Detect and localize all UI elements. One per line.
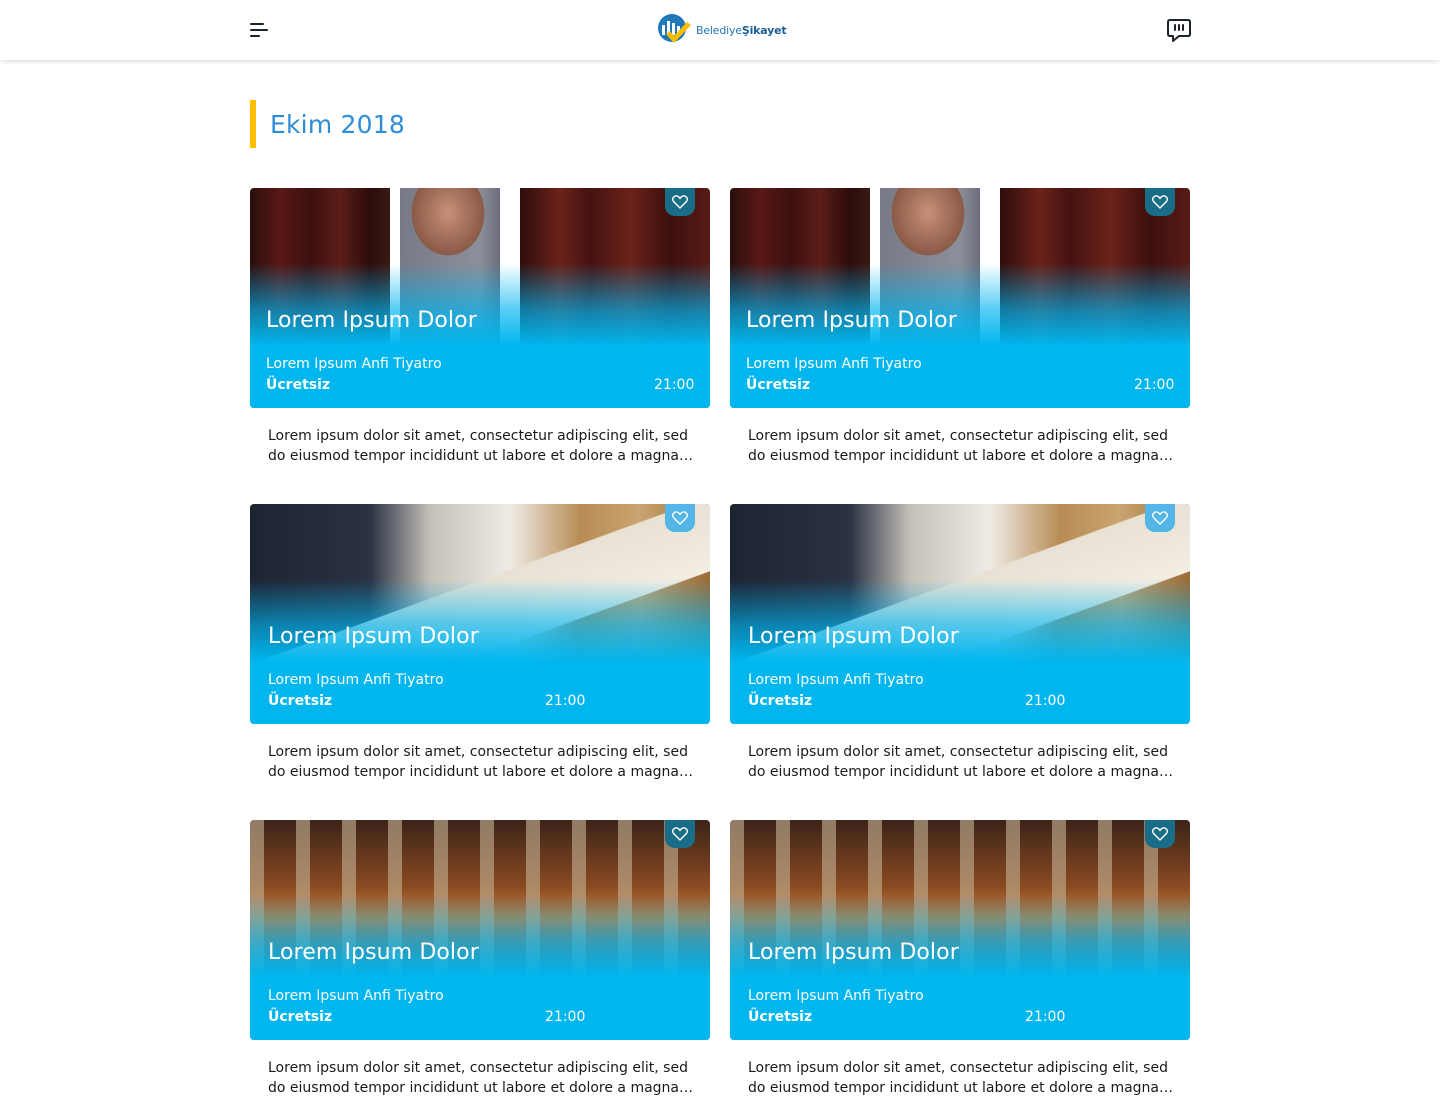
event-card: Lorem Ipsum Dolor Lorem Ipsum Anfi Tiyat… <box>730 820 1190 1116</box>
event-description: Lorem ipsum dolor sit amet, consectetur … <box>748 744 1174 780</box>
card-gradient-overlay <box>730 188 1190 408</box>
section-title: Ekim 2018 <box>270 109 405 139</box>
event-venue: Lorem Ipsum Anfi Tiyatro <box>746 356 922 372</box>
event-card-media[interactable]: Lorem Ipsum Dolor Lorem Ipsum Anfi Tiyat… <box>250 188 710 408</box>
card-gradient-overlay <box>730 820 1190 1040</box>
event-venue: Lorem Ipsum Anfi Tiyatro <box>266 356 442 372</box>
event-price: Ücretsiz <box>746 377 811 393</box>
favorite-heart-icon[interactable] <box>1145 188 1175 216</box>
event-venue: Lorem Ipsum Anfi Tiyatro <box>268 988 444 1004</box>
event-price: Ücretsiz <box>268 1009 333 1025</box>
event-card: Lorem Ipsum Dolor Lorem Ipsum Anfi Tiyat… <box>250 820 710 1116</box>
event-price: Ücretsiz <box>266 377 331 393</box>
event-price: Ücretsiz <box>748 693 813 709</box>
event-card-media[interactable]: Lorem Ipsum Dolor Lorem Ipsum Anfi Tiyat… <box>730 820 1190 1040</box>
event-price: Ücretsiz <box>268 693 333 709</box>
event-time: 21:00 <box>654 377 695 393</box>
event-card: Lorem Ipsum Dolor Lorem Ipsum Anfi Tiyat… <box>730 504 1190 800</box>
event-title: Lorem Ipsum Dolor <box>268 940 479 965</box>
event-title: Lorem Ipsum Dolor <box>748 940 959 965</box>
event-venue: Lorem Ipsum Anfi Tiyatro <box>748 672 924 688</box>
favorite-heart-icon[interactable] <box>1145 820 1175 848</box>
favorite-heart-icon[interactable] <box>665 820 695 848</box>
event-card-media[interactable]: Lorem Ipsum Dolor Lorem Ipsum Anfi Tiyat… <box>730 188 1190 408</box>
event-description: Lorem ipsum dolor sit amet, consectetur … <box>268 744 694 780</box>
event-card-media[interactable]: Lorem Ipsum Dolor Lorem Ipsum Anfi Tiyat… <box>250 504 710 724</box>
top-navigation-bar: BelediyeŞikayet <box>0 0 1440 60</box>
event-title: Lorem Ipsum Dolor <box>746 308 957 333</box>
event-card: Lorem Ipsum Dolor Lorem Ipsum Anfi Tiyat… <box>250 188 710 484</box>
event-card-media[interactable]: Lorem Ipsum Dolor Lorem Ipsum Anfi Tiyat… <box>250 820 710 1040</box>
chat-bubble-icon[interactable] <box>1166 17 1192 43</box>
event-title: Lorem Ipsum Dolor <box>268 624 479 649</box>
month-section-header: Ekim 2018 <box>250 100 405 148</box>
card-gradient-overlay <box>250 820 710 1040</box>
event-description: Lorem ipsum dolor sit amet, consectetur … <box>748 428 1174 464</box>
event-card: Lorem Ipsum Dolor Lorem Ipsum Anfi Tiyat… <box>730 188 1190 484</box>
hamburger-menu-icon[interactable] <box>248 20 270 40</box>
logo-wordmark: BelediyeŞikayet <box>696 23 787 37</box>
logo-emblem-icon <box>656 13 692 47</box>
event-title: Lorem Ipsum Dolor <box>748 624 959 649</box>
event-time: 21:00 <box>545 1009 586 1025</box>
favorite-heart-icon[interactable] <box>1145 504 1175 532</box>
event-time: 21:00 <box>1025 1009 1066 1025</box>
event-venue: Lorem Ipsum Anfi Tiyatro <box>268 672 444 688</box>
event-price: Ücretsiz <box>748 1009 813 1025</box>
event-time: 21:00 <box>1025 693 1066 709</box>
card-gradient-overlay <box>730 504 1190 724</box>
event-description: Lorem ipsum dolor sit amet, consectetur … <box>268 428 694 464</box>
event-time: 21:00 <box>545 693 586 709</box>
app-logo[interactable]: BelediyeŞikayet <box>656 13 787 47</box>
event-description: Lorem ipsum dolor sit amet, consectetur … <box>748 1060 1174 1096</box>
favorite-heart-icon[interactable] <box>665 504 695 532</box>
event-card: Lorem Ipsum Dolor Lorem Ipsum Anfi Tiyat… <box>250 504 710 800</box>
event-time: 21:00 <box>1134 377 1175 393</box>
card-gradient-overlay <box>250 504 710 724</box>
event-card-media[interactable]: Lorem Ipsum Dolor Lorem Ipsum Anfi Tiyat… <box>730 504 1190 724</box>
event-title: Lorem Ipsum Dolor <box>266 308 477 333</box>
event-venue: Lorem Ipsum Anfi Tiyatro <box>748 988 924 1004</box>
event-description: Lorem ipsum dolor sit amet, consectetur … <box>268 1060 694 1096</box>
favorite-heart-icon[interactable] <box>665 188 695 216</box>
card-gradient-overlay <box>250 188 710 408</box>
